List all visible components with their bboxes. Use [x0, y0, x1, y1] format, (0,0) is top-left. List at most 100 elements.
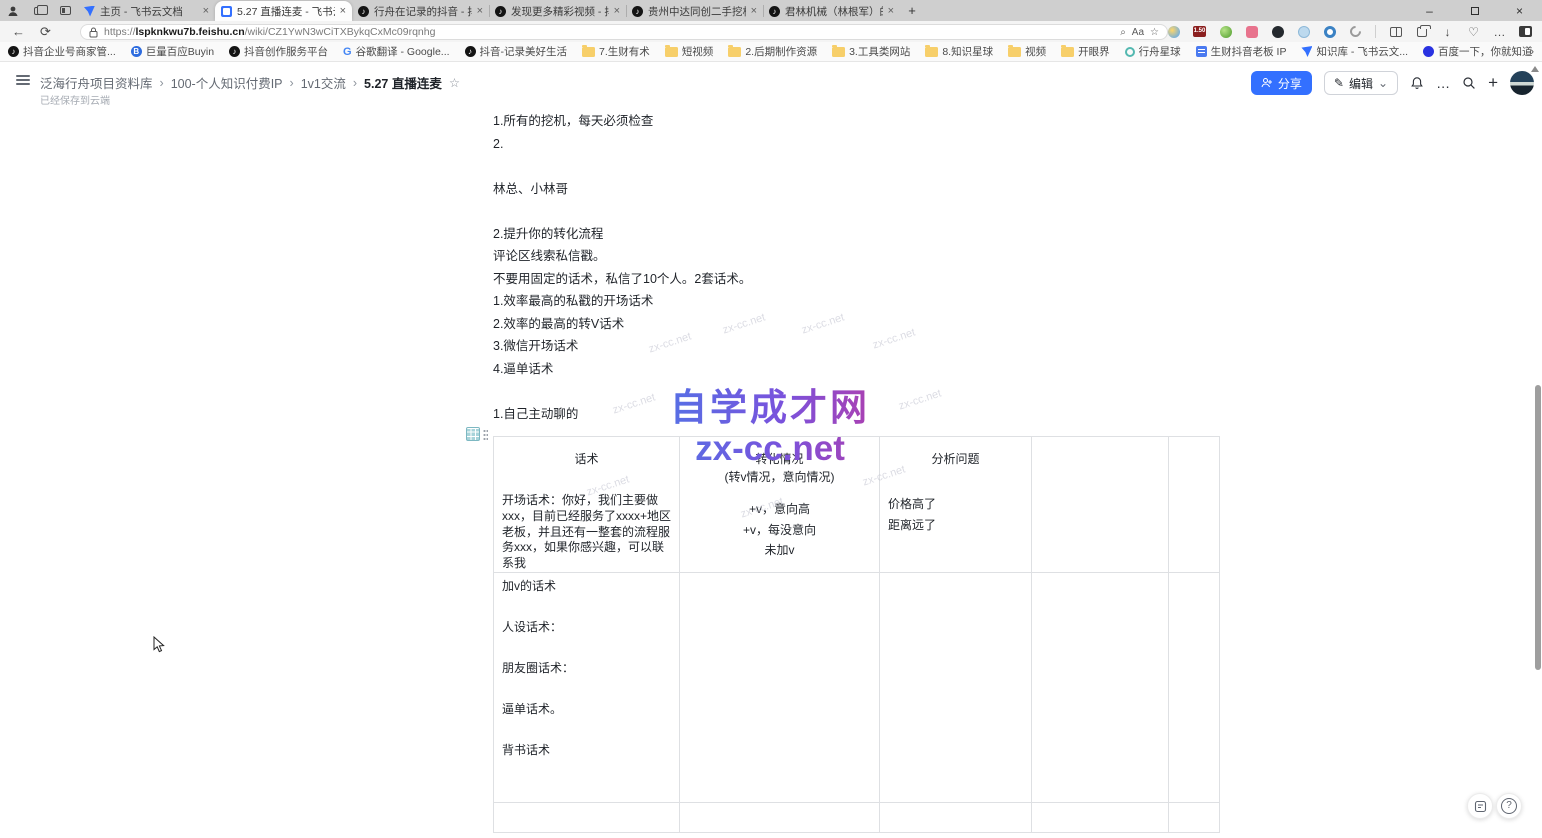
- bookmark-folder[interactable]: 开眼界: [1061, 44, 1110, 59]
- bookmark-folder[interactable]: 3.工具类网站: [832, 44, 910, 59]
- favorite-star-icon[interactable]: ☆: [1150, 27, 1159, 38]
- tab-close-icon[interactable]: ×: [203, 6, 209, 16]
- tab-douyin-1[interactable]: ♪ 行舟在记录的抖音 - 抖音 ×: [352, 1, 489, 21]
- back-button[interactable]: ←: [12, 21, 25, 42]
- doc-title[interactable]: 5.27 直播连麦: [364, 73, 442, 92]
- feedback-button[interactable]: [1467, 793, 1493, 819]
- window-maximize-button[interactable]: [1452, 0, 1497, 21]
- doc-paragraph[interactable]: 1.自己主动聊的: [493, 403, 1219, 426]
- bookmark-item[interactable]: ♪抖音-记录美好生活: [465, 44, 568, 59]
- extension-pink-icon[interactable]: [1245, 25, 1258, 38]
- extension-blue-icon[interactable]: [1297, 25, 1310, 38]
- tab-douyin-4[interactable]: ♪ 君林机械（林根军）的抖音 - 抖 ×: [763, 1, 900, 21]
- doc-paragraph[interactable]: [493, 380, 1219, 403]
- doc-paragraph[interactable]: 2.: [493, 133, 1219, 156]
- table-cell-empty[interactable]: [494, 802, 680, 832]
- collections-icon[interactable]: [1415, 25, 1428, 38]
- bookmark-item[interactable]: G谷歌翻译 - Google...: [343, 44, 450, 59]
- tab-douyin-2[interactable]: ♪ 发现更多精彩视频 - 抖音搜索 ×: [489, 1, 626, 21]
- edit-button[interactable]: ✎ 编辑 ⌄: [1324, 71, 1398, 95]
- doc-paragraph[interactable]: 林总、小林哥: [493, 178, 1219, 201]
- table-cell-empty[interactable]: [880, 572, 1032, 802]
- bookmark-folder[interactable]: 视频: [1008, 44, 1046, 59]
- doc-paragraph[interactable]: 2.提升你的转化流程: [493, 223, 1219, 246]
- table-cell-empty[interactable]: [1169, 437, 1220, 573]
- bookmark-item[interactable]: 知识库 - 飞书云文...: [1301, 44, 1408, 59]
- tab-close-icon[interactable]: ×: [340, 6, 346, 16]
- workspaces-icon[interactable]: [26, 0, 52, 21]
- table-cell-empty[interactable]: [680, 572, 880, 802]
- table-cell-script-list[interactable]: 加v的话术 人设话术： 朋友圈话术： 逼单话术。 背书话术: [494, 572, 680, 802]
- bookmark-folder[interactable]: 8.知识星球: [925, 44, 993, 59]
- window-minimize-button[interactable]: –: [1407, 0, 1452, 21]
- breadcrumb-item[interactable]: 100-个人知识付费IP: [171, 73, 283, 92]
- doc-paragraph[interactable]: [493, 155, 1219, 178]
- vertical-scrollbar-thumb[interactable]: [1535, 385, 1541, 670]
- split-screen-icon[interactable]: [1389, 25, 1402, 38]
- bookmark-item[interactable]: ♪抖音创作服务平台: [229, 44, 328, 59]
- table-cell-conversion[interactable]: 转化情况 (转v情况，意向情况) +v，意向高 +v，每没意向 未加v: [680, 437, 880, 573]
- table-cell-empty[interactable]: [1032, 802, 1169, 832]
- browser-profile-icon[interactable]: [0, 0, 26, 21]
- tab-douyin-3[interactable]: ♪ 贵州中达同创二手挖机的抖音 - ×: [626, 1, 763, 21]
- doc-paragraph[interactable]: 2.效率的最高的转V话术: [493, 313, 1219, 336]
- doc-paragraph[interactable]: 4.逼单话术: [493, 358, 1219, 381]
- table-cell-empty[interactable]: [1032, 572, 1169, 802]
- settings-more-icon[interactable]: …: [1493, 25, 1506, 38]
- help-button[interactable]: ?: [1496, 793, 1522, 819]
- doc-paragraph[interactable]: 1.效率最高的私戳的开场话术: [493, 290, 1219, 313]
- table-cell-empty[interactable]: [1032, 437, 1169, 573]
- font-size-icon[interactable]: Aa: [1132, 27, 1144, 38]
- zoom-page-icon[interactable]: ⌕: [1120, 27, 1126, 38]
- more-options-icon[interactable]: …: [1436, 75, 1450, 91]
- extension-copilot-icon[interactable]: [1167, 25, 1180, 38]
- breadcrumb-item[interactable]: 1v1交流: [301, 73, 346, 92]
- tab-close-icon[interactable]: ×: [614, 6, 620, 16]
- create-new-icon[interactable]: +: [1488, 73, 1498, 93]
- new-tab-button[interactable]: +: [900, 3, 924, 18]
- extension-github-icon[interactable]: [1271, 25, 1284, 38]
- doc-paragraph[interactable]: 3.微信开场话术: [493, 335, 1219, 358]
- bookmark-item[interactable]: 百度一下，你就知道: [1423, 44, 1533, 59]
- tab-close-icon[interactable]: ×: [751, 6, 757, 16]
- table-drag-handle[interactable]: [483, 429, 488, 440]
- notifications-bell-icon[interactable]: [1410, 76, 1424, 90]
- bookmark-folder[interactable]: 7.生财有术: [582, 44, 650, 59]
- sidebar-panel-icon[interactable]: [1519, 25, 1532, 38]
- bookmarks-overflow-chevron[interactable]: ›: [1530, 46, 1534, 58]
- breadcrumb-item[interactable]: 泛海行舟项目资料库: [40, 73, 153, 92]
- bookmark-item[interactable]: 生财抖音老板 IP: [1196, 44, 1287, 59]
- doc-paragraph[interactable]: 评论区线索私信戳。: [493, 245, 1219, 268]
- scrollbar-up-arrow[interactable]: [1531, 66, 1539, 72]
- tab-doc-active[interactable]: 5.27 直播连麦 - 飞书云文档 ×: [215, 1, 352, 21]
- tab-feishu-home[interactable]: 主页 - 飞书云文档 ×: [78, 1, 215, 21]
- window-close-button[interactable]: ×: [1497, 0, 1542, 21]
- extension-ring-icon[interactable]: [1349, 25, 1362, 38]
- refresh-button[interactable]: ⟳: [40, 21, 51, 42]
- bookmark-item[interactable]: ♪抖音企业号商家管...: [8, 44, 116, 59]
- search-icon[interactable]: [1462, 76, 1476, 90]
- bookmark-folder[interactable]: 短视频: [665, 44, 714, 59]
- bookmark-item[interactable]: B巨量百应Buyin: [131, 44, 214, 59]
- doc-paragraph[interactable]: 不要用固定的话术，私信了10个人。2套话术。: [493, 268, 1219, 291]
- address-bar[interactable]: https://lspknkwu7b.feishu.cn/wiki/CZ1YwN…: [80, 24, 1168, 40]
- browser-essentials-icon[interactable]: ♡: [1467, 25, 1480, 38]
- tab-close-icon[interactable]: ×: [477, 6, 483, 16]
- favorite-star-icon[interactable]: ☆: [449, 75, 460, 90]
- extension-target-icon[interactable]: [1323, 25, 1336, 38]
- extension-green-icon[interactable]: [1219, 25, 1232, 38]
- table-cell-empty[interactable]: [880, 802, 1032, 832]
- bookmark-item[interactable]: 行舟星球: [1125, 44, 1181, 59]
- table-cell-scripts[interactable]: 话术 开场话术：你好，我们主要做xxx，目前已经服务了xxxx+地区老板，并且还…: [494, 437, 680, 573]
- downloads-icon[interactable]: ↓: [1441, 25, 1454, 38]
- table-cell-analysis[interactable]: 分析问题 价格高了 距离远了: [880, 437, 1032, 573]
- doc-paragraph[interactable]: [493, 200, 1219, 223]
- bookmark-folder[interactable]: 2.后期制作资源: [728, 44, 817, 59]
- tab-close-icon[interactable]: ×: [888, 6, 894, 16]
- extension-video-speed-icon[interactable]: 1.50: [1193, 25, 1206, 38]
- table-cell-empty[interactable]: [1169, 802, 1220, 832]
- user-avatar[interactable]: [1510, 71, 1534, 95]
- sidebar-toggle-icon[interactable]: [16, 75, 30, 86]
- vertical-tabs-icon[interactable]: [52, 0, 78, 21]
- table-icon[interactable]: [466, 427, 480, 441]
